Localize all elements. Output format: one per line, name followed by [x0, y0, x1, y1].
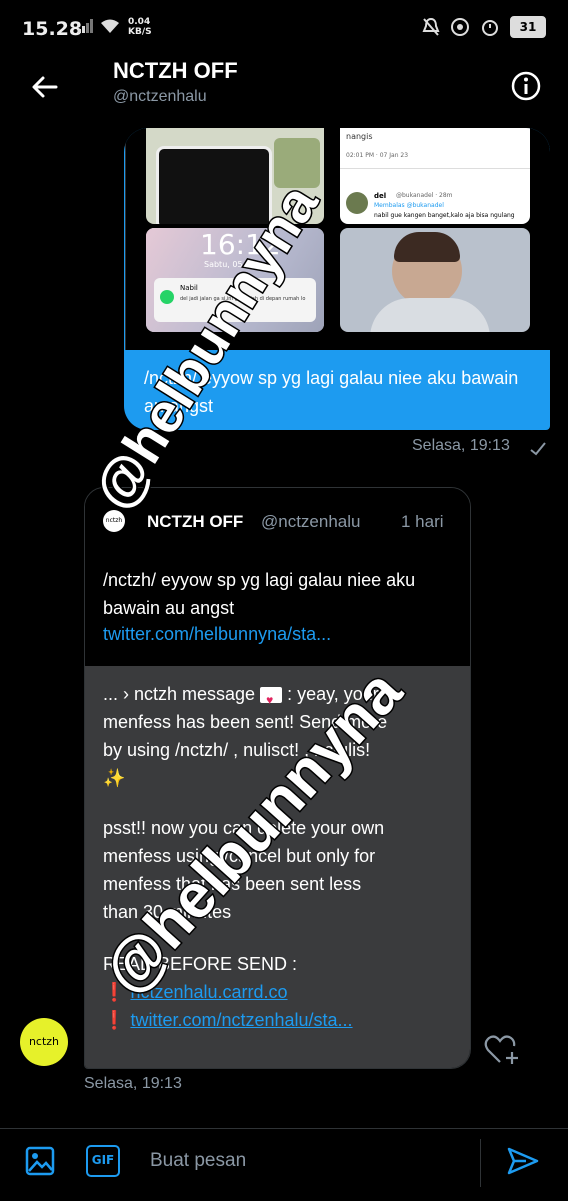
attached-image-4[interactable] [340, 228, 530, 332]
network-speed: 0.04 KB/S [128, 17, 152, 37]
exclamation-icon: ❗ [103, 1010, 126, 1030]
conversation-header: NCTZH OFF @nctzenhalu [0, 58, 568, 130]
quoted-tweet-card[interactable]: nctzh NCTZH OFF @nctzenhalu 1 hari /nctz… [85, 488, 470, 666]
quoted-link[interactable]: twitter.com/helbunnyna/sta... [103, 624, 331, 645]
sender-avatar[interactable]: nctzh [20, 1018, 68, 1066]
notifications-off-icon [422, 17, 440, 36]
send-icon[interactable] [506, 1145, 540, 1177]
quoted-author-handle: @nctzenhalu [261, 512, 361, 531]
quoted-time: 1 hari [401, 512, 444, 531]
image-attach-icon[interactable] [24, 1145, 56, 1177]
sync-icon [451, 18, 469, 36]
conversation-handle: @nctzenhalu [113, 88, 207, 105]
composer-divider [480, 1139, 481, 1187]
status-time: 15.28 [22, 18, 83, 40]
battery-indicator: 31 [510, 16, 546, 38]
status-bar: 15.28 0.04 KB/S 31 [0, 0, 568, 58]
attached-image-3[interactable]: 16:12 Sabtu, 05 Juni Nabil del jadi jala… [146, 228, 324, 332]
conversation-title[interactable]: NCTZH OFF [113, 58, 238, 84]
back-arrow-icon[interactable] [30, 72, 60, 102]
alarm-icon [482, 20, 498, 36]
love-letter-icon [260, 686, 283, 714]
received-message-bubble[interactable]: nctzh NCTZH OFF @nctzenhalu 1 hari /nctz… [84, 487, 471, 1069]
quoted-avatar: nctzh [103, 510, 125, 532]
gif-button[interactable]: GIF [86, 1145, 120, 1177]
sparkles-icon: ✨ [103, 768, 126, 788]
read-check-icon [530, 442, 546, 456]
message-composer: GIF [0, 1128, 568, 1201]
received-message-time: Selasa, 19:13 [84, 1075, 182, 1092]
quoted-author-name: NCTZH OFF [147, 512, 244, 531]
carrd-link[interactable]: nctzenhalu.carrd.co [130, 982, 287, 1002]
signal-icon [78, 19, 93, 33]
sent-message-text: /nctzh/ eyyow sp yg lagi galau niee aku … [144, 368, 519, 416]
wifi-icon [101, 19, 119, 33]
exclamation-icon: ❗ [103, 982, 126, 1002]
message-body: ... › nctzh message : yeay, your menfess… [85, 666, 470, 1068]
sent-message-bubble[interactable]: nangis 02:01 PM · 07 Jan 23 del @bukanad… [124, 128, 550, 430]
attached-image-grid[interactable]: nangis 02:01 PM · 07 Jan 23 del @bukanad… [125, 128, 550, 350]
add-reaction-heart-icon[interactable] [484, 1034, 520, 1066]
message-input[interactable] [148, 1142, 472, 1180]
sent-message-time: Selasa, 19:13 [412, 437, 510, 454]
quoted-text: /nctzh/ eyyow sp yg lagi galau niee aku … [103, 570, 416, 618]
twitter-status-link[interactable]: twitter.com/nctzenhalu/sta... [130, 1010, 352, 1030]
attached-image-1[interactable] [146, 128, 324, 224]
attached-image-2[interactable]: nangis 02:01 PM · 07 Jan 23 del @bukanad… [340, 128, 530, 224]
info-icon[interactable] [510, 70, 542, 102]
